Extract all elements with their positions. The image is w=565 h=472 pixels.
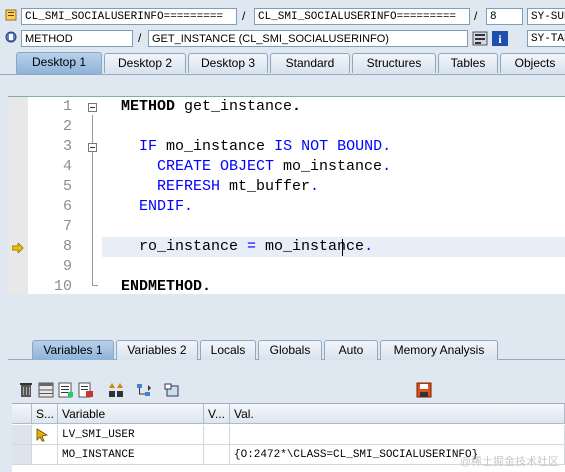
desktop-tab-bar: Desktop 1 Desktop 2 Desktop 3 Standard S…: [0, 52, 565, 75]
row-selector[interactable]: [12, 445, 32, 465]
column-header-status[interactable]: S...: [32, 404, 58, 424]
text-cursor: [342, 239, 343, 256]
watermark: @稀土掘金技术社区: [459, 456, 559, 468]
sy-subrc-field[interactable]: SY-SUBRC: [527, 8, 565, 25]
tab-auto[interactable]: Auto: [324, 340, 378, 360]
column-header-select[interactable]: [12, 404, 32, 424]
line-number: 5: [62, 178, 72, 195]
code-text[interactable]: IF mo_instance IS NOT BOUND.: [121, 137, 391, 157]
separator: /: [138, 31, 142, 45]
save-icon[interactable]: [416, 382, 432, 398]
value-cell[interactable]: [230, 425, 565, 445]
tab-memory-analysis[interactable]: Memory Analysis: [380, 340, 498, 360]
column-header-v[interactable]: V...: [204, 404, 230, 424]
code-line[interactable]: 3 IF mo_instance IS NOT BOUND.: [8, 137, 565, 157]
tab-variables-2[interactable]: Variables 2: [116, 340, 198, 360]
sort-icon[interactable]: [108, 382, 124, 398]
line-number: 1: [62, 98, 72, 115]
separator: /: [474, 9, 478, 23]
tab-standard[interactable]: Standard: [270, 53, 350, 73]
code-line[interactable]: 7: [8, 217, 565, 237]
code-text[interactable]: REFRESH mt_buffer.: [121, 177, 319, 197]
tab-desktop-2[interactable]: Desktop 2: [104, 53, 186, 73]
sy-tabix-field[interactable]: SY-TABIX: [527, 30, 565, 47]
code-line[interactable]: 4 CREATE OBJECT mo_instance.: [8, 157, 565, 177]
code-line[interactable]: 2: [8, 117, 565, 137]
delete-icon[interactable]: [18, 382, 34, 398]
info-icon[interactable]: i: [492, 31, 508, 46]
code-text[interactable]: ENDIF.: [121, 197, 193, 217]
line-number: 10: [53, 278, 72, 295]
status-cell: [32, 425, 58, 445]
table-icon[interactable]: [38, 382, 54, 398]
row-selector[interactable]: [12, 425, 32, 445]
line-number: 7: [62, 218, 72, 235]
tab-objects[interactable]: Objects: [500, 53, 565, 73]
code-line[interactable]: 10 ENDMETHOD.: [8, 277, 565, 295]
event-type-field[interactable]: METHOD: [21, 30, 133, 47]
line-field[interactable]: 8: [486, 8, 523, 25]
tab-globals[interactable]: Globals: [258, 340, 322, 360]
tab-tables[interactable]: Tables: [438, 53, 498, 73]
pointer-icon: [36, 428, 49, 442]
breakpoint-icon: [5, 9, 17, 21]
program-field[interactable]: CL_SMI_SOCIALUSERINFO=========: [21, 8, 237, 25]
display-icon[interactable]: [472, 31, 488, 46]
line-number: 8: [62, 238, 72, 255]
line-number: 9: [62, 258, 72, 275]
source-code-editor[interactable]: 1 METHOD get_instance. 2 3 IF mo_instance I…: [8, 96, 565, 295]
code-text[interactable]: METHOD get_instance.: [121, 97, 301, 117]
status-cell: [32, 445, 58, 465]
code-line[interactable]: 9: [8, 257, 565, 277]
object-icon[interactable]: [164, 382, 180, 398]
tab-desktop-3[interactable]: Desktop 3: [188, 53, 268, 73]
list-icon[interactable]: [58, 382, 74, 398]
code-line[interactable]: 6 ENDIF.: [8, 197, 565, 217]
tab-structures[interactable]: Structures: [352, 53, 436, 73]
export-icon[interactable]: [78, 382, 94, 398]
code-line[interactable]: 5 REFRESH mt_buffer.: [8, 177, 565, 197]
v-cell: [204, 445, 230, 465]
separator: /: [242, 9, 246, 23]
tab-locals[interactable]: Locals: [200, 340, 256, 360]
code-line[interactable]: 8 ro_instance = mo_instance.: [8, 237, 565, 257]
event-field[interactable]: GET_INSTANCE (CL_SMI_SOCIALUSERINFO): [148, 30, 468, 47]
v-cell: [204, 425, 230, 445]
tree-icon[interactable]: [136, 382, 152, 398]
line-number: 3: [62, 138, 72, 155]
splitter[interactable]: [0, 294, 565, 324]
method-icon: [5, 31, 17, 43]
tab-variables-1[interactable]: Variables 1: [32, 340, 114, 360]
line-number: 6: [62, 198, 72, 215]
line-number: 4: [62, 158, 72, 175]
code-text[interactable]: ENDMETHOD.: [121, 277, 211, 295]
code-text[interactable]: CREATE OBJECT mo_instance.: [121, 157, 391, 177]
code-line[interactable]: 1 METHOD get_instance.: [8, 97, 565, 117]
column-header-variable[interactable]: Variable: [58, 404, 204, 424]
variable-name-cell[interactable]: MO_INSTANCE: [58, 445, 204, 465]
column-header-value[interactable]: Val.: [230, 404, 565, 424]
line-number: 2: [62, 118, 72, 135]
tab-desktop-1[interactable]: Desktop 1: [16, 52, 102, 74]
include-field[interactable]: CL_SMI_SOCIALUSERINFO=========: [254, 8, 470, 25]
code-text[interactable]: ro_instance = mo_instance.: [121, 237, 373, 257]
variable-name-cell[interactable]: LV_SMI_USER: [58, 425, 204, 445]
